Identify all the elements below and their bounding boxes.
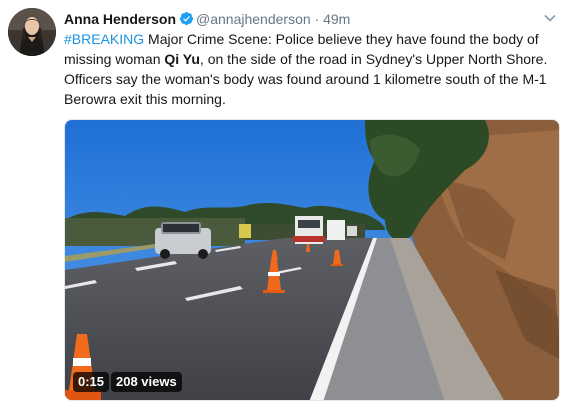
separator-dot: · xyxy=(314,11,320,27)
video-player[interactable]: 0:15 208 views xyxy=(64,119,560,401)
video-thumbnail xyxy=(65,120,559,400)
author-handle[interactable]: @annajhenderson xyxy=(196,11,311,27)
verified-badge-icon xyxy=(179,11,194,26)
tweet-timestamp[interactable]: 49m xyxy=(323,11,350,27)
avatar-image xyxy=(8,8,56,56)
tweet-header: Anna Henderson @annajhenderson · 49m xyxy=(64,9,557,29)
tweet-bold-name: Qi Yu xyxy=(164,51,200,67)
video-duration-badge: 0:15 xyxy=(73,372,110,392)
tweet[interactable]: Anna Henderson @annajhenderson · 49m #BRE… xyxy=(0,0,571,412)
video-views-badge: 208 views xyxy=(111,372,182,392)
hashtag-link[interactable]: #BREAKING xyxy=(64,31,144,47)
tweet-text: #BREAKING Major Crime Scene: Police beli… xyxy=(64,29,560,109)
chevron-down-icon[interactable] xyxy=(543,11,557,25)
author-name[interactable]: Anna Henderson xyxy=(64,11,176,27)
avatar[interactable] xyxy=(8,8,56,56)
